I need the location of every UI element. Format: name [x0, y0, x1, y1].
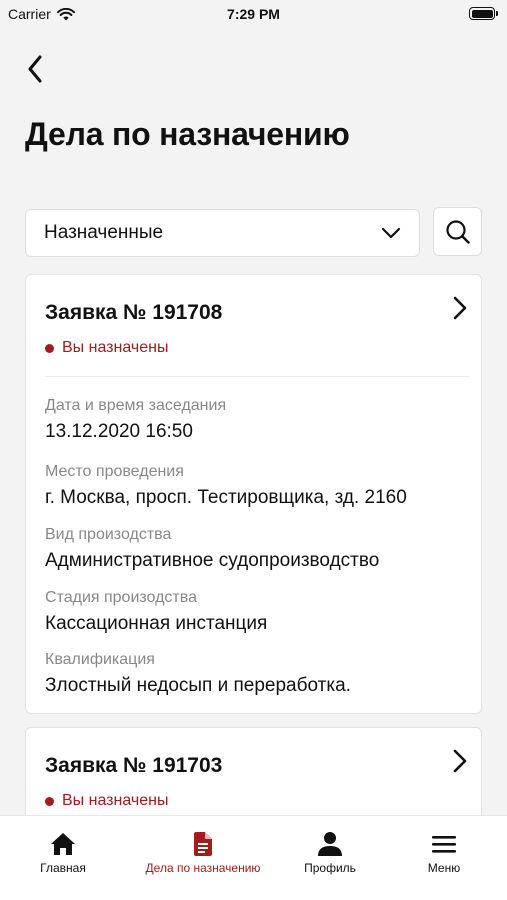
chevron-right-icon[interactable] — [449, 748, 471, 774]
field-value: Административное судопроизводство — [45, 550, 380, 571]
field-proceeding-stage: Стадия произодства Кассационная инстанци… — [45, 589, 267, 635]
tab-profile[interactable]: Профиль — [267, 816, 393, 886]
field-value: 13.12.2020 16:50 — [45, 421, 193, 442]
field-label: Место проведения — [45, 463, 184, 480]
tab-label: Дела по назначению — [145, 861, 261, 875]
field-qualification: Квалификация Злостный недосып и перерабо… — [45, 651, 351, 697]
tab-label: Главная — [40, 861, 86, 875]
tab-menu[interactable]: Меню — [381, 816, 507, 886]
case-status-label: Вы назначены — [62, 339, 169, 356]
tab-label: Меню — [427, 861, 461, 875]
field-label: Дата и время заседания — [45, 397, 227, 414]
document-icon — [194, 832, 212, 856]
field-label: Стадия произодства — [45, 589, 197, 606]
chevron-down-icon — [381, 227, 401, 239]
field-label: Квалификация — [45, 651, 155, 668]
user-icon — [318, 832, 342, 856]
tab-assigned-cases[interactable]: Дела по назначению — [140, 816, 266, 886]
battery-icon — [469, 7, 498, 20]
case-status: Вы назначены — [45, 792, 168, 810]
menu-icon — [432, 836, 456, 853]
field-value: Кассационная инстанция — [45, 613, 268, 634]
tab-label: Профиль — [304, 861, 356, 875]
search-button[interactable] — [433, 207, 482, 256]
case-status-label: Вы назначены — [62, 792, 169, 809]
home-icon — [51, 833, 75, 855]
search-icon — [445, 219, 470, 244]
status-dot-icon — [45, 796, 54, 806]
field-value: г. Москва, просп. Тестировщика, зд. 2160 — [45, 487, 407, 508]
field-proceeding-type: Вид произодства Административное судопро… — [45, 526, 379, 572]
tab-home[interactable]: Главная — [0, 816, 126, 886]
tab-bar: Главная Дела по назначению Профиль Меню — [0, 815, 507, 900]
field-value: Злостный недосып и переработка. — [45, 675, 351, 696]
case-status: Вы назначены — [45, 339, 168, 357]
back-button[interactable] — [20, 52, 50, 86]
case-title: Заявка № 191703 — [45, 754, 223, 777]
page-title: Дела по назначению — [25, 116, 350, 152]
field-label: Вид произодства — [45, 526, 172, 543]
case-title: Заявка № 191708 — [45, 301, 223, 324]
filter-dropdown[interactable]: Назначенные — [25, 209, 420, 257]
chevron-left-icon — [28, 55, 42, 83]
status-time: 7:29 PM — [227, 6, 280, 22]
status-bar: Carrier 7:29 PM — [0, 0, 507, 30]
field-location: Место проведения г. Москва, просп. Тести… — [45, 463, 407, 509]
chevron-right-icon[interactable] — [449, 295, 471, 321]
status-dot-icon — [45, 343, 54, 353]
divider — [45, 376, 469, 377]
field-hearing-datetime: Дата и время заседания 13.12.2020 16:50 — [45, 397, 226, 443]
filter-selected-value: Назначенные — [44, 222, 164, 243]
case-card[interactable]: Заявка № 191708 Вы назначены Дата и врем… — [25, 274, 482, 714]
